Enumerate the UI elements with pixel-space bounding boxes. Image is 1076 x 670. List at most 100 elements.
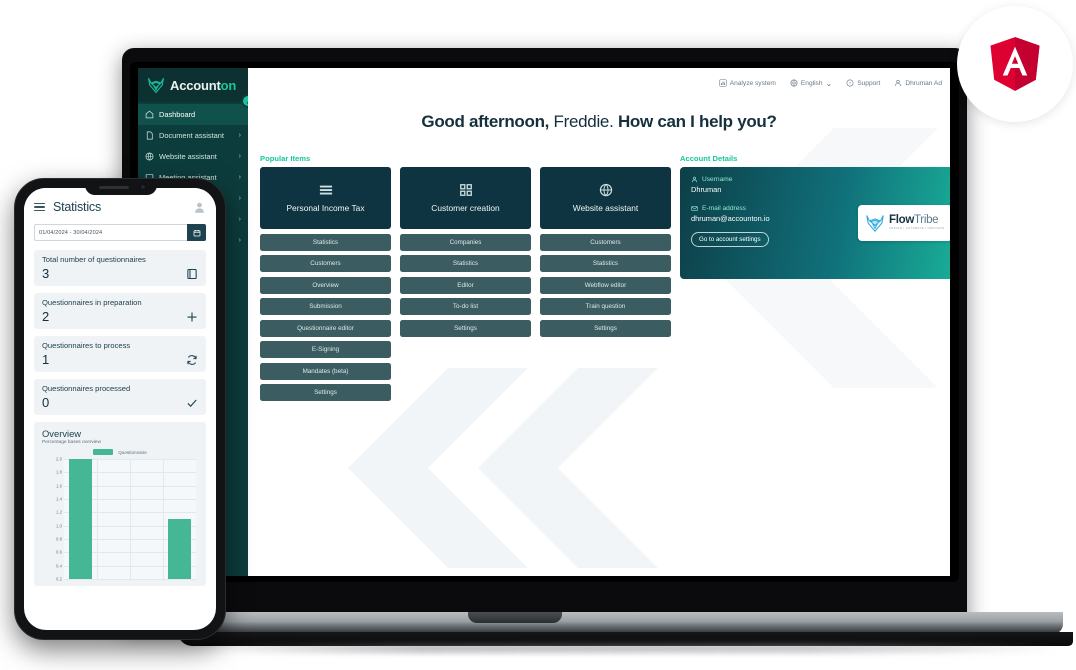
globe-icon <box>145 152 154 161</box>
pill-item[interactable]: Statistics <box>260 233 391 251</box>
page-title: Good afternoon, Freddie. How can I help … <box>248 112 950 132</box>
stat-value: 3 <box>42 266 50 281</box>
mail-icon <box>691 206 698 211</box>
legend-swatch <box>93 449 114 455</box>
stat-value: 0 <box>42 395 50 410</box>
stat-label: Questionnaires in preparation <box>42 298 142 307</box>
date-range-input[interactable]: 01/04/2024 - 30/04/2024 <box>34 224 187 241</box>
pill-item[interactable]: Questionnaire editor <box>260 319 391 337</box>
pill-item[interactable]: Statistics <box>400 255 531 272</box>
grid-icon <box>459 184 472 196</box>
username-value: Dhruman <box>691 185 722 194</box>
card-column-customer-creation: Customer creation Companies Statistics E… <box>400 167 531 401</box>
wolf-head-logo-icon <box>148 77 164 94</box>
hamburger-icon[interactable] <box>34 200 45 213</box>
stat-label: Questionnaires to process <box>42 341 131 350</box>
stat-label: Total number of questionnaires <box>42 255 146 264</box>
pill-item[interactable]: Customers <box>540 233 671 251</box>
sidebar-item-dashboard[interactable]: Dashboard <box>138 104 248 125</box>
chart-bar <box>68 459 93 579</box>
go-to-account-settings-button[interactable]: Go to account settings <box>691 232 769 247</box>
app-logo-text: Accounton <box>170 78 236 93</box>
chart-vertical-gridline <box>130 459 131 579</box>
chevron-right-icon: › <box>238 153 241 160</box>
username-label-row: Username <box>691 176 950 183</box>
username-label: Username <box>702 176 733 183</box>
list-icon <box>319 185 332 195</box>
chart-title: Overview <box>42 428 82 439</box>
chart-y-tick: 1.6 <box>56 483 62 489</box>
angular-logo-badge <box>957 6 1073 122</box>
chevron-right-icon: › <box>238 216 241 223</box>
email-label: E-mail address <box>702 205 746 212</box>
pill-item[interactable]: Overview <box>260 276 391 294</box>
stat-card-questionnaires-processed: Questionnaires processed 0 <box>34 379 206 415</box>
pill-item[interactable]: Settings <box>540 319 671 337</box>
account-details-title: Account Details <box>680 154 738 163</box>
chart-bar <box>167 519 192 579</box>
pill-item[interactable]: E-Signing <box>260 341 391 358</box>
book-icon <box>187 268 197 279</box>
laptop-base <box>188 612 1063 634</box>
pill-item[interactable]: Editor <box>400 276 531 294</box>
popular-items-cards: Personal Income Tax Statistics Customers… <box>260 167 671 401</box>
pill-item[interactable]: Webflow editor <box>540 276 671 294</box>
app-logo[interactable]: Accounton <box>138 68 248 102</box>
card-header-personal-income-tax[interactable]: Personal Income Tax <box>260 167 391 229</box>
pill-item[interactable]: To-do list <box>400 298 531 315</box>
topbar-support[interactable]: ? Support <box>846 79 880 87</box>
laptop-viewport: Accounton ‹ Dashboard Document assistant… <box>138 68 950 576</box>
chart-y-tick: 1.8 <box>56 469 62 475</box>
flowtribe-name-part2: Tribe <box>914 214 939 227</box>
pill-item[interactable]: Train question <box>540 298 671 315</box>
pill-item[interactable]: Mandates (beta) <box>260 362 391 380</box>
sidebar-item-label: Website assistant <box>159 152 217 161</box>
stat-value: 1 <box>42 352 50 367</box>
globe-icon <box>790 79 798 87</box>
date-range-picker[interactable]: 01/04/2024 - 30/04/2024 <box>34 224 206 241</box>
topbar-user-menu[interactable]: Dhruman Ad <box>894 79 942 87</box>
help-circle-icon: ? <box>846 79 854 87</box>
user-avatar-icon[interactable] <box>193 201 206 214</box>
refresh-icon <box>187 354 197 365</box>
pill-item[interactable]: Statistics <box>540 255 671 272</box>
popular-items-group: Popular Items Personal Income Tax Statis… <box>260 154 671 401</box>
chart-vertical-gridline <box>97 459 98 579</box>
pill-item[interactable]: Companies <box>400 233 531 251</box>
user-icon <box>691 176 698 183</box>
user-icon <box>895 80 902 87</box>
chart-y-tick: 0.8 <box>56 536 62 542</box>
logo-text-primary: Account <box>170 77 221 93</box>
calendar-button[interactable] <box>187 224 206 241</box>
pill-item[interactable]: Customers <box>260 255 391 272</box>
chart-plot-area <box>64 459 196 580</box>
sidebar-item-document-assistant[interactable]: Document assistant › <box>138 125 248 146</box>
chart-vertical-gridline <box>163 459 164 579</box>
topbar-label: Dhruman Ad <box>905 79 942 87</box>
flowtribe-tagline: CREATE | AUTOMATE | INNOVATE <box>889 226 945 230</box>
check-icon <box>187 399 197 407</box>
chevron-down-icon: ⌄ <box>825 78 833 88</box>
laptop-shadow <box>205 644 1060 653</box>
flowtribe-partner-logo: FlowTribe CREATE | AUTOMATE | INNOVATE <box>858 205 950 241</box>
sidebar-item-label: Document assistant <box>159 131 224 140</box>
chart-y-tick: 1.2 <box>56 509 62 515</box>
bar-chart-icon <box>719 79 727 87</box>
angular-logo <box>990 37 1040 91</box>
sidebar-item-label: Dashboard <box>159 110 196 119</box>
topbar-language-selector[interactable]: English ⌄ <box>790 79 832 88</box>
sidebar-item-website-assistant[interactable]: Website assistant › <box>138 146 248 167</box>
stat-value: 2 <box>42 309 50 324</box>
card-header-customer-creation[interactable]: Customer creation <box>400 167 531 229</box>
pill-item[interactable]: Submission <box>260 298 391 315</box>
topbar-analyze-system[interactable]: Analyze system <box>719 79 776 87</box>
accounton-web-app: Accounton ‹ Dashboard Document assistant… <box>138 68 950 576</box>
logo-text-accent: on <box>220 77 237 93</box>
pill-item[interactable]: Settings <box>400 319 531 337</box>
topbar-label: English <box>800 79 823 87</box>
pill-item[interactable]: Settings <box>260 384 391 401</box>
card-header-website-assistant[interactable]: Website assistant <box>540 167 671 229</box>
plus-icon <box>187 312 197 321</box>
overview-chart-card: Overview Percentage bases overview Quest… <box>34 422 206 586</box>
globe-icon <box>599 183 612 197</box>
